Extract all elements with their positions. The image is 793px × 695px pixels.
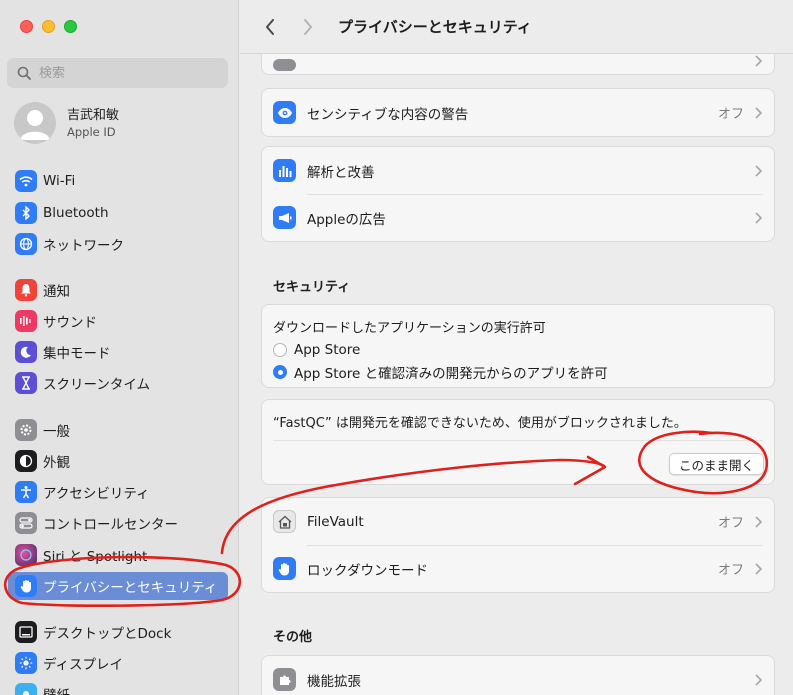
other-section-header: その他: [273, 630, 313, 645]
lockdown-mode-row[interactable]: ロックダウンモード オフ: [262, 545, 774, 592]
sidebar-item-focus[interactable]: 集中モード: [8, 338, 228, 366]
wifi-icon: [15, 170, 37, 192]
download-permission-card: ダウンロードしたアプリケーションの実行許可 App Store App Stor…: [261, 304, 775, 388]
sensitive-content-card: センシティブな内容の警告 オフ: [261, 88, 775, 137]
megaphone-icon: [273, 206, 296, 229]
hourglass-icon: [15, 372, 37, 394]
search-field[interactable]: [7, 58, 228, 88]
main-content: プライバシーとセキュリティ センシティブな内容の警告 オフ 解析と改善 Appl…: [240, 0, 793, 695]
avatar: [14, 102, 56, 144]
chevron-right-icon: [752, 211, 764, 225]
radio-app-store[interactable]: App Store: [273, 342, 763, 358]
sidebar-item-privacy-security[interactable]: プライバシーとセキュリティ: [8, 572, 228, 600]
chevron-right-icon: [752, 164, 764, 178]
chevron-right-icon: [752, 106, 764, 120]
close-window-button[interactable]: [20, 20, 33, 33]
sidebar-item-network[interactable]: ネットワーク: [8, 230, 228, 258]
siri-icon: [15, 544, 37, 566]
sidebar-item-accessibility[interactable]: アクセシビリティ: [8, 478, 228, 506]
security-options-card: FileVault オフ ロックダウンモード オフ: [261, 497, 775, 593]
filevault-value: オフ: [717, 516, 744, 531]
person-icon: [20, 110, 50, 140]
sidebar-item-control-center[interactable]: コントロールセンター: [8, 509, 228, 537]
lockdown-mode-value: オフ: [717, 563, 744, 578]
eye-warning-icon: [273, 101, 296, 124]
forward-button[interactable]: [296, 15, 320, 39]
wallpaper-icon: [15, 683, 37, 695]
sidebar-item-screen-time[interactable]: スクリーンタイム: [8, 369, 228, 397]
download-permission-title: ダウンロードしたアプリケーションの実行許可: [273, 321, 546, 336]
bell-icon: [15, 279, 37, 301]
desktop-icon: [15, 621, 37, 643]
sidebar-item-desktop-dock[interactable]: デスクトップとDock: [8, 618, 228, 646]
sensitive-content-value: オフ: [717, 107, 744, 122]
blocked-app-card: “FastQC” は開発元を確認できないため、使用がブロックされました。 このま…: [261, 399, 775, 485]
sidebar-item-bluetooth[interactable]: Bluetooth: [8, 199, 228, 227]
sidebar-item-displays[interactable]: ディスプレイ: [8, 649, 228, 677]
extensions-row[interactable]: 機能拡張: [262, 656, 774, 695]
extensions-card: 機能拡張: [261, 655, 775, 695]
chevron-right-icon: [752, 673, 764, 687]
open-anyway-button[interactable]: このまま開く: [668, 453, 764, 475]
search-icon: [15, 64, 33, 82]
back-button[interactable]: [258, 15, 282, 39]
sidebar-item-siri-spotlight[interactable]: Siri と Spotlight: [8, 541, 228, 569]
search-input[interactable]: [39, 65, 219, 81]
sidebar-item-notifications[interactable]: 通知: [8, 276, 228, 304]
blocked-app-message: “FastQC” は開発元を確認できないため、使用がブロックされました。: [273, 416, 687, 431]
bluetooth-icon: [15, 202, 37, 224]
accessibility-icon: [15, 481, 37, 503]
security-section-header: セキュリティ: [273, 280, 351, 295]
chart-bars-icon: [273, 159, 296, 182]
chevron-left-icon: [266, 18, 274, 35]
moon-icon: [15, 341, 37, 363]
radio-button-selected[interactable]: [273, 365, 287, 379]
chevron-right-icon: [752, 54, 764, 68]
user-subtitle: Apple ID: [67, 124, 116, 139]
toolbar: プライバシーとセキュリティ: [240, 0, 793, 54]
speaker-icon: [15, 310, 37, 332]
hand-icon: [15, 575, 37, 597]
sidebar: 吉武和敏 Apple ID Wi-Fi Bluetooth ネットワーク 通知 …: [0, 0, 239, 695]
appearance-icon: [15, 450, 37, 472]
apple-id-account[interactable]: 吉武和敏 Apple ID: [14, 102, 119, 144]
chevron-right-icon: [752, 562, 764, 576]
minimize-window-button[interactable]: [42, 20, 55, 33]
analytics-row[interactable]: 解析と改善: [262, 147, 774, 194]
sidebar-item-wifi[interactable]: Wi-Fi: [8, 167, 228, 195]
user-name: 吉武和敏: [67, 107, 120, 123]
filevault-row[interactable]: FileVault オフ: [262, 498, 774, 545]
gear-icon: [15, 419, 37, 441]
window-controls: [20, 20, 77, 33]
house-lock-icon: [273, 510, 296, 533]
radio-app-store-identified[interactable]: App Store と確認済みの開発元からのアプリを許可: [273, 362, 763, 382]
radio-button[interactable]: [273, 343, 287, 357]
sidebar-item-appearance[interactable]: 外観: [8, 447, 228, 475]
partial-row-icon: [273, 58, 296, 71]
analytics-card: 解析と改善 Appleの広告: [261, 146, 775, 242]
sidebar-item-sound[interactable]: サウンド: [8, 307, 228, 335]
apple-advertising-row[interactable]: Appleの広告: [262, 194, 774, 241]
page-title: プライバシーとセキュリティ: [338, 18, 532, 36]
sensitive-content-row[interactable]: センシティブな内容の警告 オフ: [262, 89, 774, 136]
globe-icon: [15, 233, 37, 255]
puzzle-icon: [273, 668, 296, 691]
hand-icon: [273, 557, 296, 580]
sidebar-item-general[interactable]: 一般: [8, 416, 228, 444]
zoom-window-button[interactable]: [64, 20, 77, 33]
divider: [273, 440, 763, 441]
sidebar-item-wallpaper[interactable]: 壁紙: [8, 680, 228, 695]
toggles-icon: [15, 512, 37, 534]
chevron-right-icon: [304, 18, 312, 35]
chevron-right-icon: [752, 515, 764, 529]
sun-icon: [15, 652, 37, 674]
